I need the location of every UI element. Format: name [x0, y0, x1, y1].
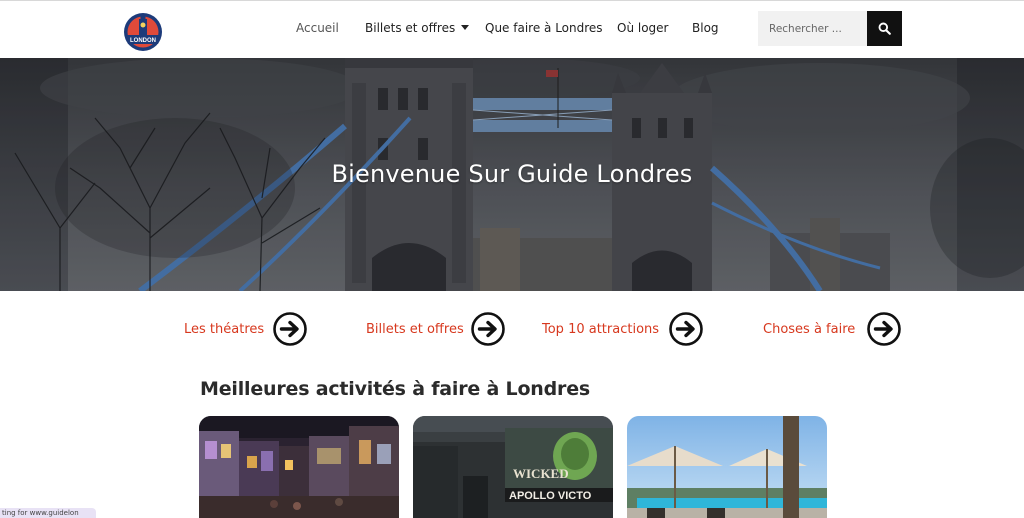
- quick-link-label: Top 10 attractions: [542, 321, 660, 337]
- london-logo[interactable]: LONDON: [122, 11, 164, 53]
- card-image: [199, 416, 399, 518]
- arrow-right-circle-icon[interactable]: [470, 311, 506, 347]
- hero-title: Bienvenue Sur Guide Londres: [331, 160, 693, 188]
- quick-link-top-10-attractions[interactable]: Top 10 attractions: [542, 311, 659, 347]
- activity-card-studio[interactable]: [199, 416, 399, 518]
- search-button[interactable]: [867, 11, 902, 46]
- arrow-right-circle-icon[interactable]: [272, 311, 308, 347]
- quick-link-label: Billets et offres: [366, 321, 464, 337]
- nav-item-accueil[interactable]: Accueil: [296, 21, 339, 35]
- site-header: LONDON Accueil Billets et offres Que fai…: [0, 1, 1024, 57]
- nav-item-que-faire[interactable]: Que faire à Londres: [485, 21, 603, 35]
- quick-link-theatres[interactable]: Les théatres: [184, 311, 264, 347]
- logo-text: LONDON: [130, 38, 156, 44]
- arrow-right-circle-icon[interactable]: [866, 311, 902, 347]
- nav-item-blog[interactable]: Blog: [692, 21, 719, 35]
- arrow-right-circle-icon[interactable]: [668, 311, 704, 347]
- nav-item-ou-loger[interactable]: Où loger: [617, 21, 668, 35]
- quick-link-billets-et-offres[interactable]: Billets et offres: [366, 311, 464, 347]
- hero-banner: Bienvenue Sur Guide Londres: [0, 58, 1024, 291]
- quick-link-label: Choses à faire: [763, 321, 856, 337]
- svg-text:APOLLO VICTO: APOLLO VICTO: [509, 490, 592, 502]
- section-title: Meilleures activités à faire à Londres: [200, 378, 590, 400]
- nav-item-billets-et-offres[interactable]: Billets et offres: [365, 21, 470, 35]
- nav-item-label: Billets et offres: [365, 21, 456, 35]
- search-icon: [878, 22, 891, 35]
- chevron-down-icon: [461, 25, 470, 30]
- quick-link-choses-a-faire[interactable]: Choses à faire: [763, 311, 855, 347]
- svg-text:WICKED: WICKED: [513, 466, 569, 481]
- card-image: [627, 416, 827, 518]
- activity-card-wicked[interactable]: WICKED APOLLO VICTO: [413, 416, 613, 518]
- quick-link-label: Les théatres: [184, 321, 265, 337]
- activity-card-pool[interactable]: [627, 416, 827, 518]
- card-image: WICKED APOLLO VICTO: [413, 416, 613, 518]
- search-input[interactable]: [758, 11, 867, 46]
- browser-status-bar: ting for www.guidelon: [0, 508, 96, 518]
